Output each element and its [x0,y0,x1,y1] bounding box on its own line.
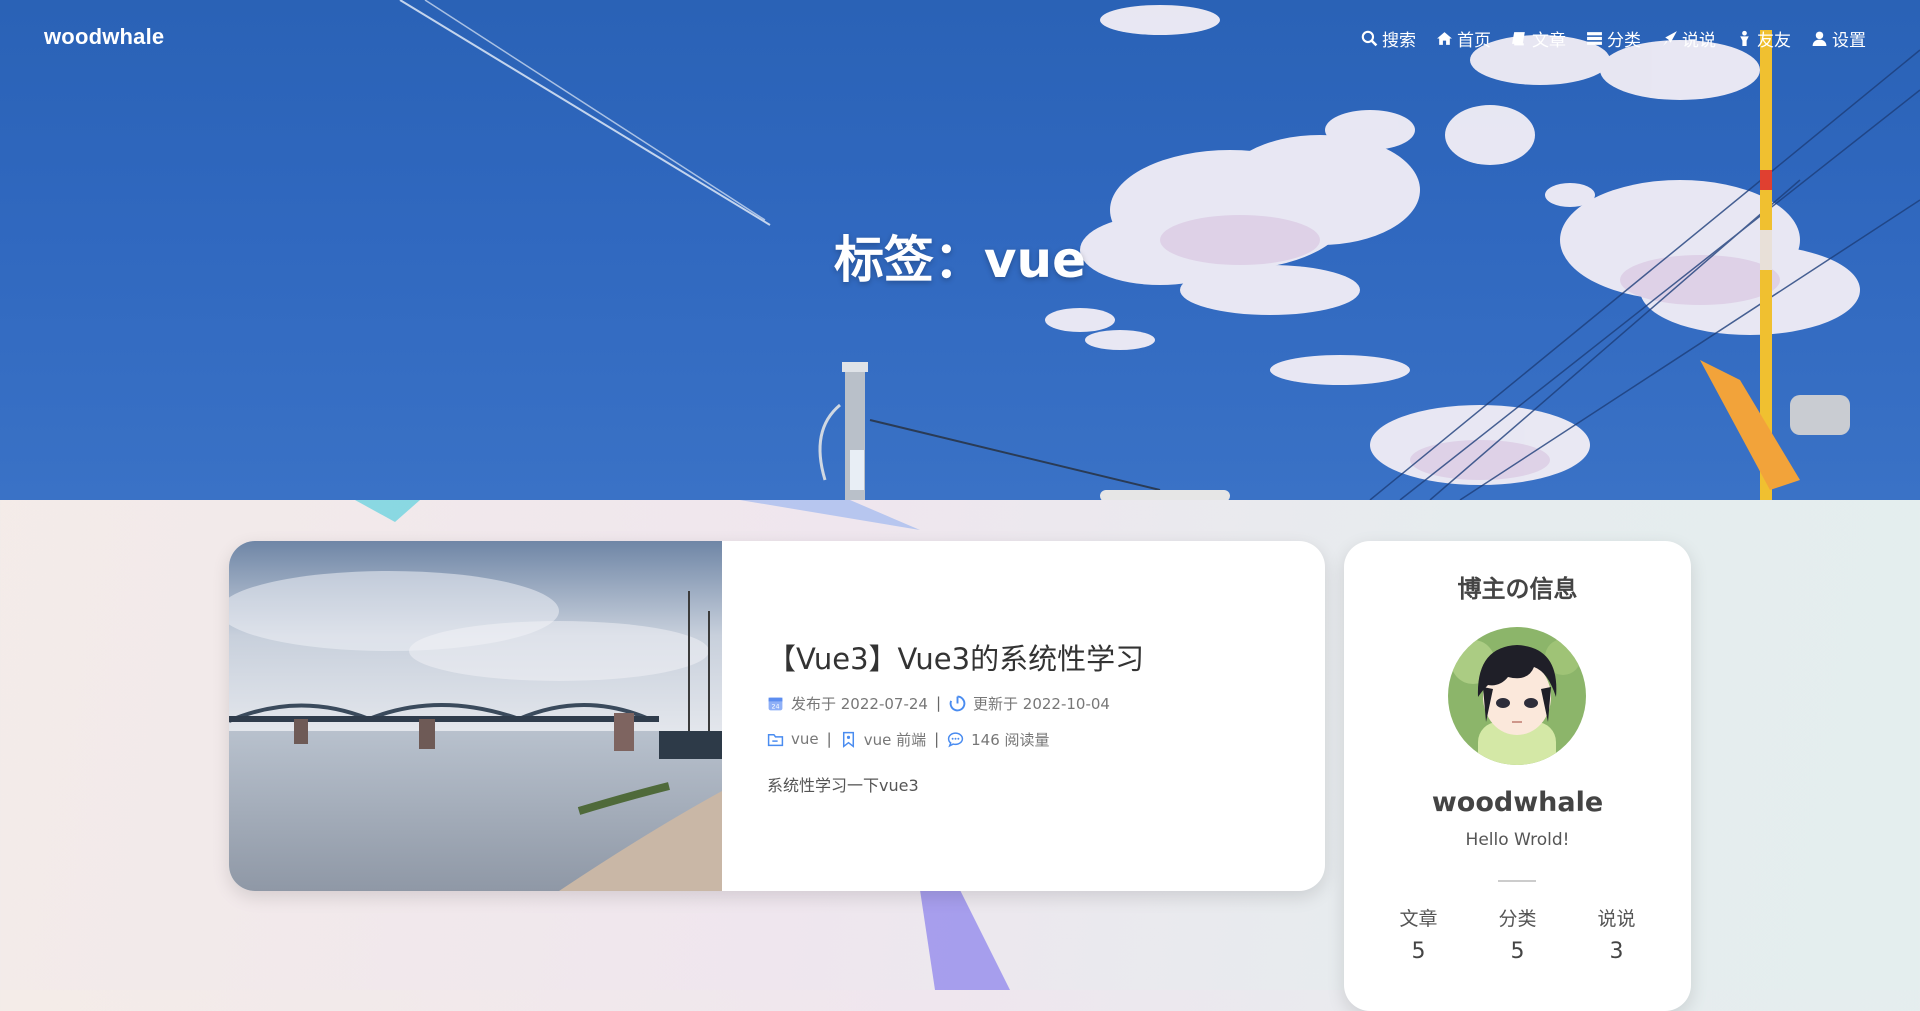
nav-label: 首页 [1457,31,1491,51]
person-icon [1740,30,1749,46]
avatar-illustration [1448,627,1586,765]
author-name: woodwhale [1431,787,1604,818]
nav-label: 分类 [1607,31,1641,51]
nav-categories[interactable]: 分类 [1586,26,1641,51]
calendar-icon: 24 [768,697,783,710]
author-stats: 文章 5 分类 5 说说 3 [1344,904,1691,964]
home-icon [1437,32,1452,45]
svg-text:24: 24 [771,702,779,710]
rocket-icon [1663,31,1677,46]
stat-value: 3 [1609,939,1624,964]
stat-label: 文章 [1399,908,1438,930]
post-title[interactable]: 【Vue3】Vue3的系统性学习 [767,636,1287,678]
nav-label: 友友 [1757,31,1791,51]
stat-label: 说说 [1597,908,1636,930]
stat-talks[interactable]: 说说 3 [1567,904,1666,964]
nav-label: 说说 [1682,31,1716,51]
nav-label: 文章 [1532,31,1566,51]
book-icon [1512,32,1525,46]
nav-talks[interactable]: 说说 [1661,26,1716,51]
nav-search[interactable]: 搜索 [1361,26,1416,51]
post-card[interactable]: 【Vue3】Vue3的系统性学习 24 发布于 2022-07-24 | 更新于… [229,541,1325,891]
avatar[interactable] [1448,627,1586,765]
folder-icon [767,733,784,746]
post-dates: 24 发布于 2022-07-24 | 更新于 2022-10-04 [767,692,1287,714]
nav-settings[interactable]: 设置 [1811,26,1866,51]
meta-separator: | [935,694,942,712]
card-heading: 博主の信息 [1457,575,1578,603]
stat-articles[interactable]: 文章 5 [1369,904,1468,964]
hero-banner: woodwhale 搜索 首页 文章 分类 说说 友友 设置 标签：vue [0,0,1920,500]
meta-separator: | [934,730,940,748]
author-bio: Hello Wrold! [1465,830,1570,850]
stat-value: 5 [1411,939,1426,964]
divider [1498,880,1536,882]
meta-separator: | [826,730,832,748]
tag-icon [842,731,854,748]
top-nav: 搜索 首页 文章 分类 说说 友友 设置 [1361,26,1866,51]
stat-label: 分类 [1498,908,1537,930]
nav-friends[interactable]: 友友 [1736,26,1791,51]
updated-date: 更新于 2022-10-04 [973,694,1110,713]
nav-label: 搜索 [1382,31,1416,51]
nav-home[interactable]: 首页 [1436,26,1491,51]
stat-value: 5 [1510,939,1525,964]
nav-articles[interactable]: 文章 [1511,26,1566,51]
author-info-card: 博主の信息 woodwhale Hello Wrold! 文章 5 分类 5 说… [1344,541,1691,1011]
category-link[interactable]: vue [791,730,819,748]
post-body: 【Vue3】Vue3的系统性学习 24 发布于 2022-07-24 | 更新于… [767,636,1287,796]
post-excerpt: 系统性学习一下vue3 [767,776,919,795]
nav-label: 设置 [1832,31,1866,51]
site-logo[interactable]: woodwhale [44,24,164,50]
published-date: 发布于 2022-07-24 [791,694,928,713]
user-icon [1812,31,1827,46]
post-cover-image[interactable] [229,541,722,891]
clock-icon [949,695,966,711]
post-taxonomy: vue | vue 前端 | 146 阅读量 [767,728,1287,750]
stat-categories[interactable]: 分类 5 [1468,904,1567,964]
page-title: 标签：vue [833,231,1087,289]
tags-link[interactable]: vue 前端 [864,729,926,750]
search-icon [1361,30,1378,47]
read-count: 146 阅读量 [971,730,1050,749]
list-icon [1587,32,1602,45]
comment-icon [947,731,964,747]
